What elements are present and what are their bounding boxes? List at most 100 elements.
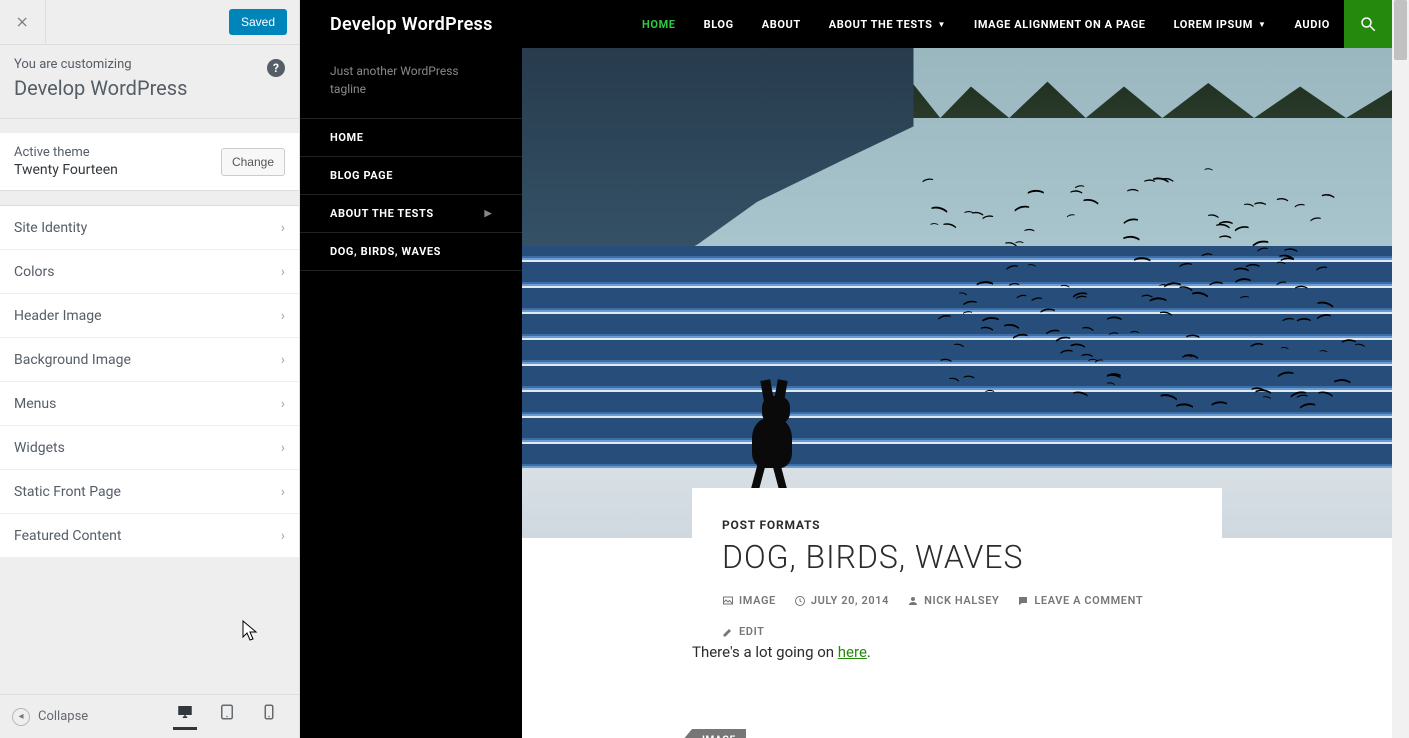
featured-image: ‿‿‿‿‿‿‿‿‿‿‿‿‿‿‿‿‿‿‿‿‿‿‿‿‿‿‿‿‿‿‿‿‿‿‿‿‿‿‿‿…: [522, 48, 1392, 538]
mobile-icon: [260, 703, 278, 721]
site-brand[interactable]: Develop WordPress: [300, 14, 523, 35]
sidebar-item-label: ABOUT THE TESTS: [330, 207, 434, 220]
sidebar-item-dog-birds-waves[interactable]: DOG, BIRDS, WAVES: [300, 232, 522, 271]
nav-about[interactable]: ABOUT: [748, 0, 815, 48]
customizer-sections: Site Identity› Colors› Header Image› Bac…: [0, 205, 299, 558]
scrollbar-thumb[interactable]: [1394, 0, 1407, 60]
device-desktop-button[interactable]: [173, 703, 197, 730]
section-label: Site Identity: [14, 220, 87, 236]
comment-icon: [1017, 595, 1029, 607]
sidebar-item-label: DOG, BIRDS, WAVES: [330, 245, 441, 258]
customizing-label: You are customizing: [14, 57, 285, 72]
post-header-card: POST FORMATS DOG, BIRDS, WAVES IMAGE JUL…: [692, 488, 1222, 648]
sidebar-item-home[interactable]: HOME: [300, 118, 522, 156]
post-author-link[interactable]: NICK HALSEY: [907, 594, 999, 607]
post-date-link[interactable]: JULY 20, 2014: [794, 594, 889, 607]
collapse-label: Collapse: [38, 709, 88, 724]
saved-button[interactable]: Saved: [229, 9, 287, 35]
clock-icon: [794, 595, 806, 607]
chevron-right-icon: ›: [281, 528, 285, 544]
section-menus[interactable]: Menus ›: [0, 382, 299, 426]
active-theme-label: Active theme: [14, 145, 118, 160]
device-preview-buttons: [155, 703, 299, 730]
chevron-down-icon: ▼: [938, 20, 947, 29]
customizing-site-name: Develop WordPress: [14, 76, 285, 100]
nav-label: IMAGE ALIGNMENT ON A PAGE: [974, 18, 1146, 31]
post-body-link[interactable]: here: [838, 643, 867, 661]
post-body: There's a lot going on here.: [692, 643, 1222, 661]
post-category[interactable]: POST FORMATS: [722, 518, 1192, 532]
nav-label: LOREM IPSUM: [1174, 18, 1253, 31]
nav-image-alignment[interactable]: IMAGE ALIGNMENT ON A PAGE: [960, 0, 1160, 48]
desktop-icon: [176, 703, 194, 721]
customizer-topbar: Saved: [0, 0, 299, 45]
section-static-front-page[interactable]: Static Front Page ›: [0, 470, 299, 514]
device-mobile-button[interactable]: [257, 703, 281, 730]
content-area: ‿‿‿‿‿‿‿‿‿‿‿‿‿‿‿‿‿‿‿‿‿‿‿‿‿‿‿‿‿‿‿‿‿‿‿‿‿‿‿‿…: [522, 48, 1392, 738]
chevron-right-icon: ›: [281, 220, 285, 236]
sidebar-item-about-tests[interactable]: ABOUT THE TESTS ▶: [300, 194, 522, 232]
device-tablet-button[interactable]: [215, 703, 239, 730]
tablet-icon: [218, 703, 236, 721]
image-icon: [722, 595, 734, 607]
post-text: .: [867, 643, 871, 661]
section-label: Menus: [14, 396, 56, 412]
post-tags: IMAGE: [692, 728, 746, 738]
chevron-right-icon: ›: [281, 440, 285, 456]
section-featured-content[interactable]: Featured Content›: [0, 514, 299, 558]
active-theme-name: Twenty Fourteen: [14, 162, 118, 178]
post-edit-link[interactable]: EDIT: [722, 625, 765, 638]
site-tagline: Just another WordPress tagline: [300, 48, 522, 118]
nav-label: AUDIO: [1294, 18, 1330, 31]
post-title[interactable]: DOG, BIRDS, WAVES: [722, 538, 1192, 576]
help-icon[interactable]: ?: [267, 59, 285, 77]
chevron-right-icon: ›: [281, 484, 285, 500]
site-preview: Develop WordPress HOME BLOG ABOUT ABOUT …: [300, 0, 1392, 738]
scrollbar-track[interactable]: [1392, 0, 1409, 738]
sidebar-item-label: BLOG PAGE: [330, 169, 393, 182]
dog-silhouette: [732, 378, 822, 498]
primary-menu: HOME BLOG ABOUT ABOUT THE TESTS ▼ IMAGE A…: [628, 0, 1344, 48]
section-widgets[interactable]: Widgets›: [0, 426, 299, 470]
collapse-icon: ◂: [12, 708, 30, 726]
nav-blog[interactable]: BLOG: [690, 0, 748, 48]
post-comment-link[interactable]: LEAVE A COMMENT: [1017, 594, 1143, 607]
section-background-image[interactable]: Background Image ›: [0, 338, 299, 382]
nav-lorem-ipsum[interactable]: LOREM IPSUM ▼: [1160, 0, 1281, 48]
chevron-right-icon: ▶: [484, 209, 492, 219]
change-theme-button[interactable]: Change: [221, 148, 285, 176]
section-label: Static Front Page: [14, 484, 121, 500]
customizer-footer: ◂ Collapse: [0, 694, 299, 738]
post-text: There's a lot going on: [692, 643, 838, 661]
section-label: Header Image: [14, 308, 102, 324]
chevron-right-icon: ›: [281, 264, 285, 280]
section-label: Colors: [14, 264, 54, 280]
chevron-right-icon: ›: [281, 396, 285, 412]
top-navigation: Develop WordPress HOME BLOG ABOUT ABOUT …: [300, 0, 1392, 48]
nav-label: BLOG: [704, 18, 734, 31]
tag-image[interactable]: IMAGE: [692, 729, 746, 738]
section-colors[interactable]: Colors ›: [0, 250, 299, 294]
customizer-panel: Saved You are customizing Develop WordPr…: [0, 0, 300, 738]
active-theme-row[interactable]: Active theme Twenty Fourteen Change: [0, 133, 299, 191]
sidebar-item-blog-page[interactable]: BLOG PAGE: [300, 156, 522, 194]
section-site-identity[interactable]: Site Identity ›: [0, 206, 299, 250]
section-header-image[interactable]: Header Image›: [0, 294, 299, 338]
collapse-button[interactable]: ◂ Collapse: [0, 708, 155, 726]
post-format-link[interactable]: IMAGE: [722, 594, 776, 607]
nav-label: ABOUT THE TESTS: [829, 18, 933, 31]
close-button[interactable]: [0, 0, 46, 45]
pencil-icon: [722, 626, 734, 638]
chevron-right-icon: ›: [281, 352, 285, 368]
chevron-down-icon: ▼: [1258, 20, 1267, 29]
search-button[interactable]: [1344, 0, 1392, 48]
nav-home[interactable]: HOME: [628, 0, 690, 48]
user-icon: [907, 595, 919, 607]
secondary-menu: HOME BLOG PAGE ABOUT THE TESTS ▶ DOG, BIR…: [300, 118, 522, 271]
nav-about-tests[interactable]: ABOUT THE TESTS ▼: [815, 0, 960, 48]
nav-label: ABOUT: [762, 18, 801, 31]
post-meta: IMAGE JULY 20, 2014 NICK HALSEY LEAVE A …: [722, 594, 1192, 638]
nav-audio[interactable]: AUDIO: [1280, 0, 1344, 48]
section-label: Background Image: [14, 352, 131, 368]
close-icon: [16, 15, 30, 29]
